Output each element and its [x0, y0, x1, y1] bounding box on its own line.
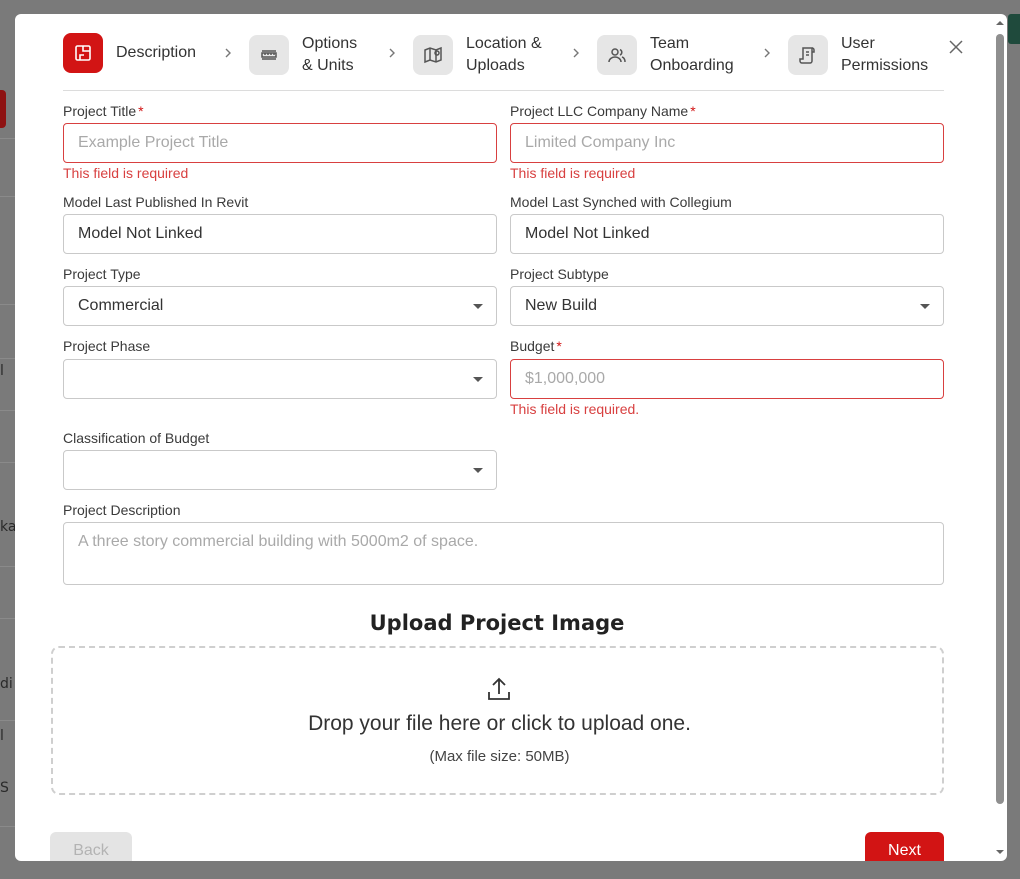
llc-name-field[interactable]: [510, 123, 944, 163]
step-label-line2: Permissions: [841, 57, 929, 74]
upload-icon: [488, 677, 510, 700]
background-divider: [0, 462, 16, 463]
step-label: Team Onboarding: [650, 33, 734, 77]
stepper-divider: [63, 90, 944, 91]
upload-size-limit: (Max file size: 50MB): [429, 748, 570, 765]
model-collegium-value: Model Not Linked: [525, 225, 650, 242]
project-title-error: This field is required: [63, 165, 189, 181]
step-label: Options & Units: [302, 33, 357, 77]
llc-name-input[interactable]: [525, 124, 943, 162]
budget-field[interactable]: [510, 359, 944, 399]
project-title-label: Project Title *: [63, 103, 144, 119]
budget-class-label: Classification of Budget: [63, 430, 210, 446]
background-text: di: [0, 676, 13, 692]
step-label-line1: User: [841, 35, 875, 52]
budget-error: This field is required.: [510, 401, 640, 417]
next-button[interactable]: Next: [865, 832, 944, 861]
scroll-down-arrow-icon[interactable]: [995, 847, 1005, 857]
step-label-line1: Options: [302, 35, 358, 52]
project-type-label: Project Type: [63, 266, 141, 282]
step-location-uploads[interactable]: Location & Uploads: [413, 33, 542, 77]
chevron-right-icon: [389, 48, 395, 58]
required-asterisk: *: [556, 338, 562, 354]
required-asterisk: *: [690, 103, 696, 119]
background-text: S: [0, 780, 9, 796]
step-label-line1: Team: [650, 35, 690, 52]
chevron-down-icon: [473, 304, 483, 309]
new-project-modal: Description Options & Units Location & U…: [15, 14, 1007, 861]
chevron-down-icon: [473, 468, 483, 473]
scroll-up-arrow-icon[interactable]: [995, 18, 1005, 28]
upload-title: Upload Project Image: [369, 611, 625, 635]
background-divider: [0, 618, 16, 619]
modal-scrollbar[interactable]: [993, 14, 1007, 861]
background-red-tab: [0, 90, 6, 128]
step-team-onboarding[interactable]: Team Onboarding: [597, 33, 734, 77]
budget-input[interactable]: [525, 360, 943, 398]
project-subtype-select[interactable]: New Build: [510, 286, 944, 326]
step-label: Location & Uploads: [466, 33, 542, 77]
background-divider: [0, 358, 16, 359]
step-label: Description: [116, 44, 197, 61]
step-options-units[interactable]: Options & Units: [249, 33, 357, 77]
model-revit-value: Model Not Linked: [78, 225, 203, 242]
document-icon: [788, 35, 828, 75]
step-label-line2: Uploads: [466, 57, 525, 74]
project-type-select[interactable]: Commercial: [63, 286, 497, 326]
step-label-line2: & Units: [302, 57, 354, 74]
budget-class-select[interactable]: [63, 450, 497, 490]
back-button[interactable]: Back: [50, 832, 132, 861]
label-text: Project Title: [63, 103, 137, 119]
chevron-right-icon: [764, 48, 770, 58]
label-text: Budget: [510, 338, 555, 354]
step-label: User Permissions: [841, 33, 928, 77]
close-icon[interactable]: [947, 38, 965, 56]
background-divider: [0, 138, 16, 139]
upload-dropzone[interactable]: Drop your file here or click to upload o…: [51, 646, 944, 795]
background-divider: [0, 826, 16, 827]
chevron-down-icon: [920, 304, 930, 309]
project-phase-select[interactable]: [63, 359, 497, 399]
project-title-input[interactable]: [78, 124, 496, 162]
step-label-line2: Onboarding: [650, 57, 734, 74]
users-icon: [597, 35, 637, 75]
label-text: Project LLC Company Name: [510, 103, 689, 119]
chevron-down-icon: [473, 377, 483, 382]
project-type-value: Commercial: [78, 297, 164, 314]
model-collegium-field[interactable]: Model Not Linked: [510, 214, 944, 254]
scroll-thumb[interactable]: [996, 34, 1004, 804]
chevron-right-icon: [573, 48, 579, 58]
background-text: l: [0, 728, 4, 744]
model-revit-field[interactable]: Model Not Linked: [63, 214, 497, 254]
budget-label: Budget *: [510, 338, 562, 354]
project-subtype-label: Project Subtype: [510, 266, 609, 282]
description-label: Project Description: [63, 502, 181, 518]
upload-instruction: Drop your file here or click to upload o…: [308, 712, 691, 735]
model-collegium-label: Model Last Synched with Collegium: [510, 194, 732, 210]
background-divider: [0, 720, 16, 721]
step-label-line1: Location &: [466, 35, 542, 52]
background-text: l: [0, 363, 4, 379]
project-title-field[interactable]: [63, 123, 497, 163]
step-user-permissions[interactable]: User Permissions: [788, 33, 928, 77]
chevron-right-icon: [225, 48, 231, 58]
project-subtype-value: New Build: [525, 297, 598, 314]
step-description[interactable]: Description: [63, 33, 196, 73]
background-green-tab: [1008, 14, 1020, 44]
project-phase-label: Project Phase: [63, 338, 151, 354]
description-textarea[interactable]: A three story commercial building with 5…: [63, 522, 944, 585]
building-plan-icon: [63, 33, 103, 73]
background-divider: [0, 566, 16, 567]
background-divider: [0, 304, 16, 305]
background-divider: [0, 410, 16, 411]
model-revit-label: Model Last Published In Revit: [63, 194, 249, 210]
background-divider: [0, 196, 16, 197]
llc-name-label: Project LLC Company Name *: [510, 103, 696, 119]
required-asterisk: *: [138, 103, 144, 119]
ruler-icon: [249, 35, 289, 75]
map-pin-icon: [413, 35, 453, 75]
background-text: ka: [0, 519, 17, 535]
llc-name-error: This field is required: [510, 165, 636, 181]
